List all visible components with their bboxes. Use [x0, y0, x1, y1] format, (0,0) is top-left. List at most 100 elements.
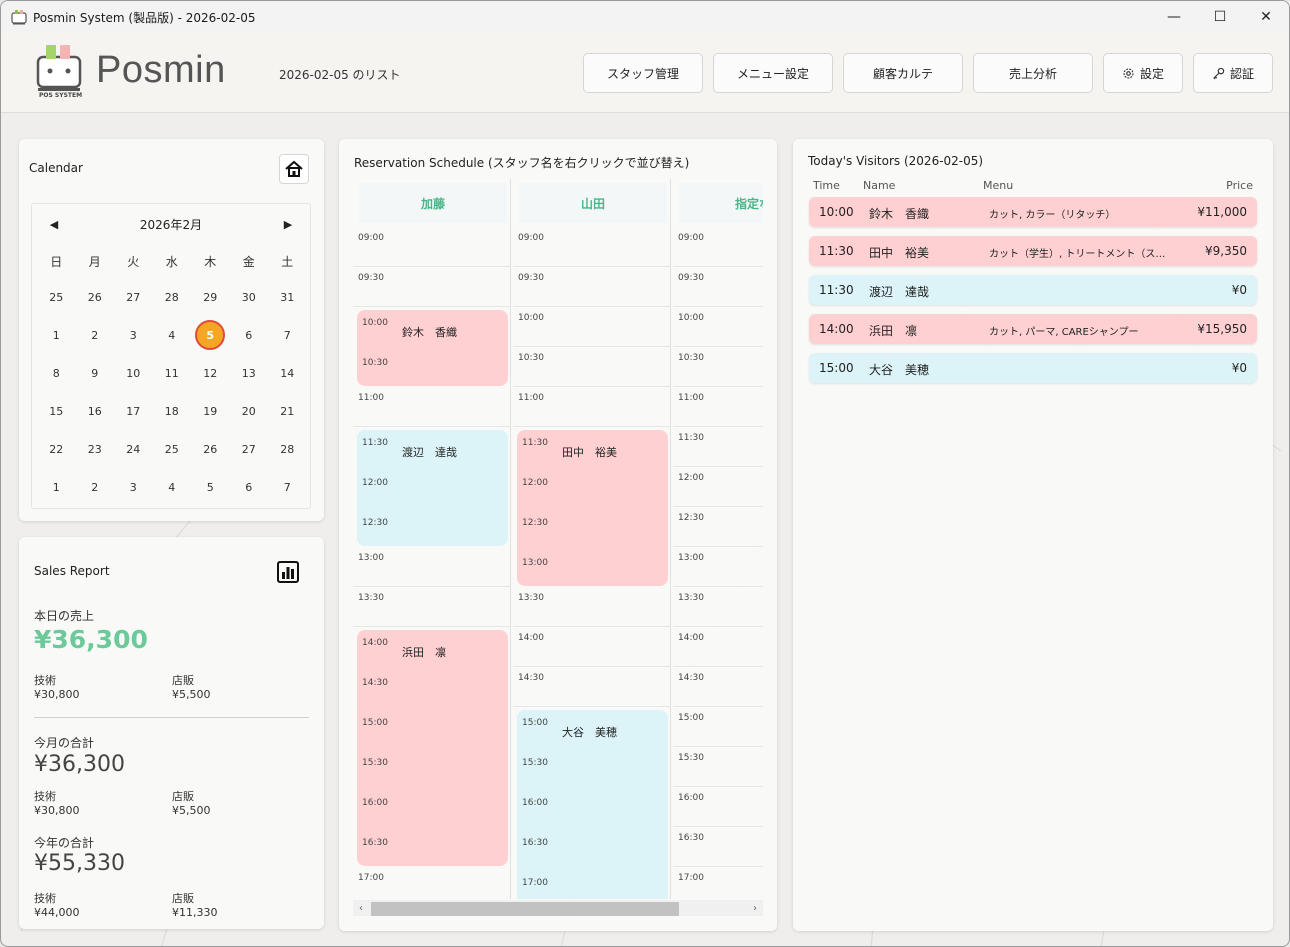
calendar-day[interactable]: 23 [76, 443, 115, 456]
calendar-day[interactable]: 11 [153, 367, 192, 380]
calendar-day[interactable]: 10 [114, 367, 153, 380]
time-slot[interactable]: 13:00 [353, 547, 511, 587]
time-slot[interactable]: 09:00 [513, 227, 671, 267]
calendar-day[interactable]: 28 [268, 443, 307, 456]
calendar-day[interactable]: 18 [153, 405, 192, 418]
time-slot[interactable]: 10:00 [513, 307, 671, 347]
calendar-day[interactable]: 19 [191, 405, 230, 418]
calendar-day[interactable]: 1 [37, 329, 76, 342]
calendar-day[interactable]: 26 [76, 291, 115, 304]
scroll-thumb[interactable] [371, 902, 679, 916]
time-slot[interactable]: 10:00 [673, 307, 763, 347]
calendar-day[interactable]: 20 [230, 405, 269, 418]
menu-settings-button[interactable]: メニュー設定 [713, 53, 833, 93]
calendar-day[interactable]: 12 [191, 367, 230, 380]
calendar-day[interactable]: 6 [230, 329, 269, 342]
time-slot[interactable]: 14:00 [513, 627, 671, 667]
time-slot[interactable]: 12:30 [673, 507, 763, 547]
minimize-button[interactable]: — [1151, 1, 1197, 33]
staff-management-button[interactable]: スタッフ管理 [583, 53, 703, 93]
maximize-button[interactable]: ☐ [1197, 1, 1243, 33]
visitor-row[interactable]: 15:00 大谷 美穂 ¥0 [809, 353, 1257, 383]
time-slot[interactable]: 09:30 [353, 267, 511, 307]
calendar-day[interactable]: 30 [230, 291, 269, 304]
calendar-day[interactable]: 27 [230, 443, 269, 456]
calendar-day[interactable]: 28 [153, 291, 192, 304]
time-slot[interactable]: 09:00 [673, 227, 763, 267]
appointment-block[interactable]: 14:00 14:30 15:00 15:30 16:00 16:30 浜田 凛 [357, 630, 508, 866]
calendar-day[interactable]: 22 [37, 443, 76, 456]
time-slot[interactable]: 09:30 [673, 267, 763, 307]
appointment-block[interactable]: 15:00 15:30 16:00 16:30 17:00 大谷 美穂 [517, 710, 668, 899]
visitor-row[interactable]: 11:30 渡辺 達哉 ¥0 [809, 275, 1257, 305]
calendar-day[interactable]: 7 [268, 481, 307, 494]
calendar-day[interactable]: 25 [37, 291, 76, 304]
time-slot[interactable]: 09:00 [353, 227, 511, 267]
calendar-day[interactable]: 26 [191, 443, 230, 456]
appointment-block[interactable]: 10:00 10:30 鈴木 香織 [357, 310, 508, 386]
time-slot[interactable]: 13:30 [513, 587, 671, 627]
calendar-day[interactable]: 15 [37, 405, 76, 418]
calendar-day[interactable]: 2 [76, 481, 115, 494]
time-slot[interactable]: 15:00 [673, 707, 763, 747]
calendar-day[interactable]: 3 [114, 481, 153, 494]
settings-button[interactable]: 設定 [1103, 53, 1183, 93]
time-slot[interactable]: 10:30 [673, 347, 763, 387]
scroll-right-arrow[interactable]: › [747, 900, 763, 916]
visitor-row[interactable]: 10:00 鈴木 香織 カット, カラー（リタッチ） ¥11,000 [809, 197, 1257, 227]
time-slot[interactable]: 13:00 [673, 547, 763, 587]
calendar-today-button[interactable] [279, 154, 309, 184]
time-slot[interactable]: 11:00 [353, 387, 511, 427]
calendar-next-button[interactable]: ▶ [280, 216, 296, 232]
staff-name-header[interactable]: 加藤 [359, 183, 507, 223]
calendar-day[interactable]: 4 [153, 329, 192, 342]
time-slot[interactable]: 11:00 [673, 387, 763, 427]
calendar-day[interactable]: 31 [268, 291, 307, 304]
time-slot[interactable]: 10:30 [513, 347, 671, 387]
time-slot[interactable]: 11:30 [673, 427, 763, 467]
calendar-day[interactable]: 5 [191, 481, 230, 494]
bar-chart-icon[interactable] [277, 561, 299, 583]
calendar-day[interactable]: 4 [153, 481, 192, 494]
time-slot[interactable]: 13:30 [353, 587, 511, 627]
appointment-block[interactable]: 11:30 12:00 12:30 渡辺 達哉 [357, 430, 508, 546]
calendar-day[interactable]: 1 [37, 481, 76, 494]
time-slot[interactable]: 14:30 [513, 667, 671, 707]
calendar-day[interactable]: 13 [230, 367, 269, 380]
close-button[interactable]: ✕ [1243, 1, 1289, 33]
calendar-day[interactable]: 9 [76, 367, 115, 380]
calendar-day[interactable]: 14 [268, 367, 307, 380]
calendar-day[interactable]: 8 [37, 367, 76, 380]
visitor-row[interactable]: 11:30 田中 裕美 カット（学生）, トリートメント（スタンダー... ¥9,35… [809, 236, 1257, 266]
time-slot[interactable]: 17:00 [673, 867, 763, 899]
staff-name-header[interactable]: 指定な [679, 183, 763, 223]
calendar-day[interactable]: 6 [230, 481, 269, 494]
calendar-day[interactable]: 24 [114, 443, 153, 456]
customer-chart-button[interactable]: 顧客カルテ [843, 53, 963, 93]
time-slot[interactable]: 14:30 [673, 667, 763, 707]
calendar-day[interactable]: 17 [114, 405, 153, 418]
time-slot[interactable]: 12:00 [673, 467, 763, 507]
calendar-day[interactable]: 2 [76, 329, 115, 342]
time-slot[interactable]: 16:30 [673, 827, 763, 867]
time-slot[interactable]: 17:00 [353, 867, 511, 899]
calendar-day[interactable]: 29 [191, 291, 230, 304]
scroll-left-arrow[interactable]: ‹ [353, 900, 369, 916]
appointment-block[interactable]: 11:30 12:00 12:30 13:00 田中 裕美 [517, 430, 668, 586]
calendar-day[interactable]: 3 [114, 329, 153, 342]
time-slot[interactable]: 11:00 [513, 387, 671, 427]
calendar-day[interactable]: 16 [76, 405, 115, 418]
calendar-day[interactable]: 7 [268, 329, 307, 342]
time-slot[interactable]: 09:30 [513, 267, 671, 307]
time-slot[interactable]: 15:30 [673, 747, 763, 787]
auth-button[interactable]: 認証 [1193, 53, 1273, 93]
schedule-horizontal-scrollbar[interactable]: ‹ › [353, 900, 763, 916]
time-slot[interactable]: 14:00 [673, 627, 763, 667]
sales-analysis-button[interactable]: 売上分析 [973, 53, 1093, 93]
schedule-grid[interactable]: 加藤 09:00 09:30 11:00 13:00 13:30 17:00 10:00 10:… [353, 179, 763, 899]
time-slot[interactable]: 16:00 [673, 787, 763, 827]
calendar-day[interactable]: 21 [268, 405, 307, 418]
time-slot[interactable]: 13:30 [673, 587, 763, 627]
calendar-day-today[interactable]: 5 [191, 320, 230, 350]
calendar-day[interactable]: 25 [153, 443, 192, 456]
